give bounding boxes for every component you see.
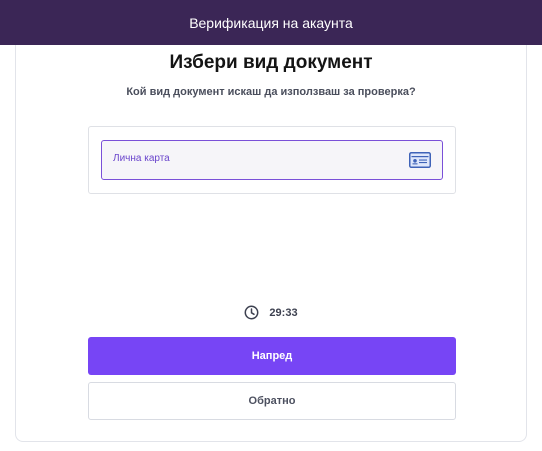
header-bar: Верификация на акаунта [0,0,542,45]
document-option-id-card[interactable]: Лична карта [101,140,443,180]
timer-value: 29:33 [269,306,298,319]
next-button[interactable]: Напред [88,337,456,375]
verification-page: Верификация на акаунта Избери вид докуме… [0,0,542,451]
session-timer: 29:33 [0,305,542,320]
clock-icon [244,305,259,320]
id-card-icon [409,152,431,168]
document-option-label: Лична карта [113,152,170,164]
page-title: Избери вид документ [169,52,373,73]
page-subtitle: Кой вид документ искаш да използваш за п… [126,86,416,98]
header-title: Верификация на акаунта [189,14,353,31]
back-button[interactable]: Обратно [88,382,456,420]
